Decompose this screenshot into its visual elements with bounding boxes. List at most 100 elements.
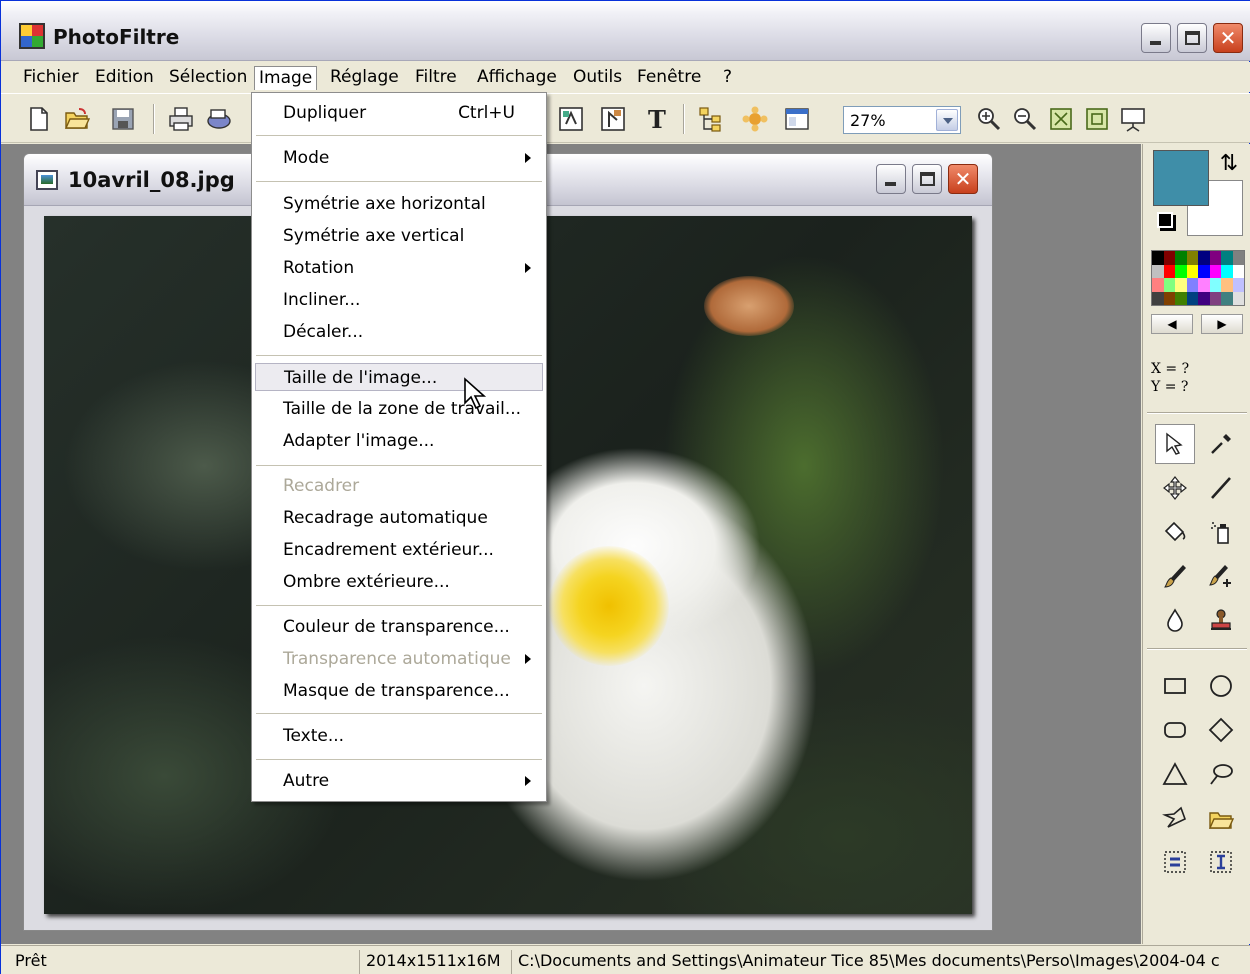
menu-item-taille-image[interactable]: Taille de l'image... xyxy=(255,363,543,391)
document-minimize-button[interactable] xyxy=(876,164,906,194)
foreground-color-swatch[interactable] xyxy=(1153,150,1209,206)
new-file-icon[interactable] xyxy=(25,105,53,133)
palette-swatch[interactable] xyxy=(1163,251,1175,265)
polygon-select-tool[interactable] xyxy=(1155,798,1195,838)
palette-swatch[interactable] xyxy=(1198,291,1210,305)
fit-window-icon[interactable] xyxy=(1083,105,1111,133)
palette-swatch[interactable] xyxy=(1209,264,1221,278)
palette-swatch[interactable] xyxy=(1163,278,1175,292)
palette-swatch[interactable] xyxy=(1152,251,1164,265)
print-icon[interactable] xyxy=(167,105,195,133)
fill-tool[interactable] xyxy=(1155,512,1195,552)
palette-swatch[interactable] xyxy=(1232,251,1244,265)
reset-colors-icon[interactable] xyxy=(1157,212,1173,228)
slideshow-icon[interactable] xyxy=(1119,105,1147,133)
line-tool[interactable] xyxy=(1201,468,1241,508)
palette-swatch[interactable] xyxy=(1198,251,1210,265)
minimize-button[interactable] xyxy=(1141,23,1171,53)
palette-swatch[interactable] xyxy=(1186,291,1198,305)
palette-swatch[interactable] xyxy=(1221,264,1233,278)
palette-swatch[interactable] xyxy=(1232,291,1244,305)
menu-item-masque-transparence[interactable]: Masque de transparence... xyxy=(255,677,543,705)
menu-fichier[interactable]: Fichier xyxy=(19,66,83,90)
canvas-size-icon[interactable] xyxy=(599,105,627,133)
move-tool[interactable] xyxy=(1155,468,1195,508)
plugin-icon[interactable] xyxy=(741,105,769,133)
palette-prev-button[interactable]: ◀ xyxy=(1151,314,1193,334)
palette-swatch[interactable] xyxy=(1198,278,1210,292)
palette-swatch[interactable] xyxy=(1175,251,1187,265)
text-selection-tool[interactable] xyxy=(1201,842,1241,882)
menu-item-adapter-image[interactable]: Adapter l'image... xyxy=(255,427,543,455)
close-button[interactable]: ✕ xyxy=(1213,23,1243,53)
chevron-down-icon[interactable] xyxy=(936,109,958,131)
selection-tool[interactable] xyxy=(1155,424,1195,464)
palette-next-button[interactable]: ▶ xyxy=(1201,314,1243,334)
title-bar[interactable]: PhotoFiltre ✕ xyxy=(1,1,1250,61)
menu-help[interactable]: ? xyxy=(719,66,736,90)
palette-swatch[interactable] xyxy=(1163,264,1175,278)
blur-tool[interactable] xyxy=(1155,600,1195,640)
palette-swatch[interactable] xyxy=(1221,278,1233,292)
rectangle-select-tool[interactable] xyxy=(1155,666,1195,706)
palette-swatch[interactable] xyxy=(1221,251,1233,265)
palette-swatch[interactable] xyxy=(1198,264,1210,278)
load-selection-tool[interactable] xyxy=(1201,798,1241,838)
open-folder-icon[interactable] xyxy=(63,105,91,133)
palette-swatch[interactable] xyxy=(1186,278,1198,292)
menu-item-recadrage-automatique[interactable]: Recadrage automatique xyxy=(255,504,543,532)
palette-swatch[interactable] xyxy=(1152,264,1164,278)
palette-swatch[interactable] xyxy=(1209,278,1221,292)
color-palette[interactable] xyxy=(1151,250,1245,306)
zoom-out-icon[interactable] xyxy=(1011,105,1039,133)
menu-item-dupliquer[interactable]: Dupliquer Ctrl+U xyxy=(255,99,543,127)
palette-swatch[interactable] xyxy=(1232,264,1244,278)
palette-swatch[interactable] xyxy=(1163,291,1175,305)
menu-item-symetrie-horizontal[interactable]: Symétrie axe horizontal xyxy=(255,190,543,218)
spray-tool[interactable] xyxy=(1201,512,1241,552)
document-maximize-button[interactable] xyxy=(912,164,942,194)
palette-swatch[interactable] xyxy=(1175,264,1187,278)
palette-swatch[interactable] xyxy=(1232,278,1244,292)
menu-edition[interactable]: Edition xyxy=(91,66,158,90)
menu-reglage[interactable]: Réglage xyxy=(326,66,403,90)
menu-selection[interactable]: Sélection xyxy=(165,66,251,90)
menu-item-incliner[interactable]: Incliner... xyxy=(255,286,543,314)
brush-tool[interactable] xyxy=(1155,556,1195,596)
document-close-button[interactable]: ✕ xyxy=(948,164,978,194)
menu-item-rotation[interactable]: Rotation xyxy=(255,254,543,282)
palette-swatch[interactable] xyxy=(1186,264,1198,278)
diamond-select-tool[interactable] xyxy=(1201,710,1241,750)
explorer-icon[interactable] xyxy=(697,105,725,133)
menu-item-decaler[interactable]: Décaler... xyxy=(255,318,543,346)
menu-item-ombre-exterieure[interactable]: Ombre extérieure... xyxy=(255,568,543,596)
palette-swatch[interactable] xyxy=(1175,291,1187,305)
palette-swatch[interactable] xyxy=(1209,251,1221,265)
zoom-select[interactable]: 27% xyxy=(843,106,961,134)
menu-filtre[interactable]: Filtre xyxy=(411,66,461,90)
menu-item-taille-zone-travail[interactable]: Taille de la zone de travail... xyxy=(255,395,543,423)
menu-item-symetrie-vertical[interactable]: Symétrie axe vertical xyxy=(255,222,543,250)
menu-item-texte[interactable]: Texte... xyxy=(255,722,543,750)
menu-affichage[interactable]: Affichage xyxy=(473,66,561,90)
resize-image-icon[interactable] xyxy=(557,105,585,133)
advanced-brush-tool[interactable] xyxy=(1201,556,1241,596)
window-icon[interactable] xyxy=(783,105,811,133)
lasso-tool[interactable] xyxy=(1201,754,1241,794)
palette-swatch[interactable] xyxy=(1209,291,1221,305)
menu-item-autre[interactable]: Autre xyxy=(255,767,543,795)
clone-stamp-tool[interactable] xyxy=(1201,600,1241,640)
palette-swatch[interactable] xyxy=(1152,291,1164,305)
palette-swatch[interactable] xyxy=(1152,278,1164,292)
scanner-icon[interactable] xyxy=(205,105,233,133)
maximize-button[interactable] xyxy=(1177,23,1207,53)
swap-colors-icon[interactable]: ⇅ xyxy=(1215,150,1243,178)
save-icon[interactable] xyxy=(109,105,137,133)
menu-outils[interactable]: Outils xyxy=(569,66,626,90)
select-all-tool[interactable] xyxy=(1155,842,1195,882)
menu-fenetre[interactable]: Fenêtre xyxy=(633,66,705,90)
eyedropper-tool[interactable] xyxy=(1201,424,1241,464)
text-tool-icon[interactable]: T xyxy=(643,105,671,133)
menu-item-encadrement-exterieur[interactable]: Encadrement extérieur... xyxy=(255,536,543,564)
menu-image[interactable]: Image xyxy=(254,66,318,90)
